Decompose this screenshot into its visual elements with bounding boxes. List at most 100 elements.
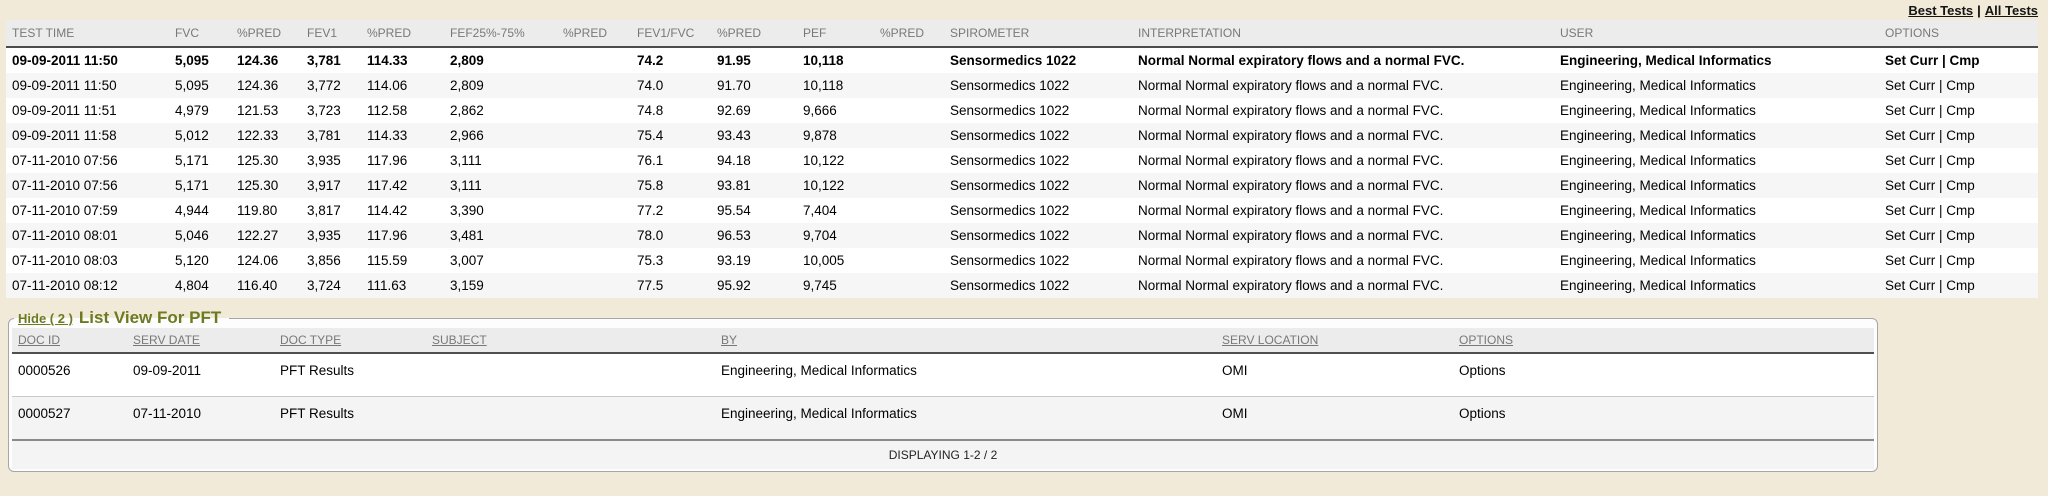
cell-user: Engineering, Medical Informatics	[1554, 148, 1879, 173]
cell-fev1: 3,724	[301, 273, 361, 298]
cell-fvc-pred: 124.36	[231, 47, 301, 73]
cell-pef: 10,118	[797, 47, 874, 73]
subject-sort-link[interactable]: SUBJECT	[432, 333, 487, 347]
cell-fev1-fvc: 75.3	[631, 248, 711, 273]
cell-fev1-pred: 111.63	[361, 273, 444, 298]
cell-spirometer: Sensormedics 1022	[944, 73, 1132, 98]
cell-interpretation: Normal Normal expiratory flows and a nor…	[1132, 73, 1554, 98]
cell-test-time: 07-11-2010 07:59	[6, 198, 169, 223]
cell-spirometer: Sensormedics 1022	[944, 148, 1132, 173]
column-header-doc-type: DOC TYPE	[274, 328, 426, 353]
cell-options[interactable]: Set Curr | Cmp	[1879, 173, 2038, 198]
pft-result-row: 09-09-2011 11:514,979121.533,723112.582,…	[6, 98, 2038, 123]
cell-options[interactable]: Set Curr | Cmp	[1879, 198, 2038, 223]
cell-fev1-fvc: 77.5	[631, 273, 711, 298]
cell-options[interactable]: Set Curr | Cmp	[1879, 223, 2038, 248]
cell-test-time: 09-09-2011 11:51	[6, 98, 169, 123]
cell-fev1: 3,781	[301, 123, 361, 148]
cell-test-time: 09-09-2011 11:58	[6, 123, 169, 148]
cell-pef-pred	[874, 47, 944, 73]
best-tests-link[interactable]: Best Tests	[1908, 3, 1973, 18]
cell-fev1-pred: 117.42	[361, 173, 444, 198]
cell-spirometer: Sensormedics 1022	[944, 173, 1132, 198]
cell-test-time: 07-11-2010 07:56	[6, 148, 169, 173]
cell-by: Engineering, Medical Informatics	[715, 397, 1216, 441]
cell-interpretation: Normal Normal expiratory flows and a nor…	[1132, 47, 1554, 73]
list-view-panel: Hide ( 2 ) List View For PFT DOC ID SERV …	[8, 308, 1878, 472]
pft-results-table: TEST TIME FVC %PRED FEV1 %PRED FEF25%-75…	[6, 20, 2038, 298]
pft-result-row: 07-11-2010 08:035,120124.063,856115.593,…	[6, 248, 2038, 273]
pft-result-row: 09-09-2011 11:505,095124.363,772114.062,…	[6, 73, 2038, 98]
cell-fvc-pred: 122.33	[231, 123, 301, 148]
cell-subject	[426, 397, 715, 441]
hide-link[interactable]: Hide ( 2 )	[18, 311, 73, 326]
serv-location-sort-link[interactable]: SERV LOCATION	[1222, 333, 1318, 347]
cell-fvc-pred: 124.06	[231, 248, 301, 273]
cell-options[interactable]: Set Curr | Cmp	[1879, 47, 2038, 73]
cell-test-time: 07-11-2010 07:56	[6, 173, 169, 198]
cell-fvc-pred: 125.30	[231, 148, 301, 173]
cell-options-link[interactable]: Options	[1453, 353, 1874, 397]
cell-user: Engineering, Medical Informatics	[1554, 47, 1879, 73]
doc-type-sort-link[interactable]: DOC TYPE	[280, 333, 341, 347]
cell-pef-pred	[874, 148, 944, 173]
cell-interpretation: Normal Normal expiratory flows and a nor…	[1132, 123, 1554, 148]
cell-fev1-pred: 114.42	[361, 198, 444, 223]
cell-interpretation: Normal Normal expiratory flows and a nor…	[1132, 148, 1554, 173]
cell-options[interactable]: Set Curr | Cmp	[1879, 73, 2038, 98]
cell-options[interactable]: Set Curr | Cmp	[1879, 248, 2038, 273]
cell-options-link[interactable]: Options	[1453, 397, 1874, 441]
cell-fev1-fvc: 77.2	[631, 198, 711, 223]
cell-fef25-75: 3,481	[444, 223, 557, 248]
serv-date-sort-link[interactable]: SERV DATE	[133, 333, 200, 347]
cell-fev1-fvc-pred: 91.70	[711, 73, 797, 98]
cell-options[interactable]: Set Curr | Cmp	[1879, 273, 2038, 298]
cell-test-time: 09-09-2011 11:50	[6, 47, 169, 73]
cell-pef-pred	[874, 223, 944, 248]
cell-pef-pred	[874, 173, 944, 198]
list-view-title: List View For PFT	[79, 308, 221, 327]
cell-interpretation: Normal Normal expiratory flows and a nor…	[1132, 223, 1554, 248]
cell-fev1-fvc-pred: 95.92	[711, 273, 797, 298]
list-header-row: DOC ID SERV DATE DOC TYPE SUBJECT BY SER…	[12, 328, 1874, 353]
cell-pef-pred	[874, 248, 944, 273]
column-header-pef: PEF	[797, 20, 874, 47]
cell-fvc-pred: 119.80	[231, 198, 301, 223]
column-header-serv-location: SERV LOCATION	[1216, 328, 1453, 353]
cell-options[interactable]: Set Curr | Cmp	[1879, 123, 2038, 148]
cell-options[interactable]: Set Curr | Cmp	[1879, 98, 2038, 123]
all-tests-link[interactable]: All Tests	[1985, 3, 2038, 18]
cell-user: Engineering, Medical Informatics	[1554, 98, 1879, 123]
cell-doc-type: PFT Results	[274, 397, 426, 441]
cell-fvc: 5,120	[169, 248, 231, 273]
cell-fev1-fvc-pred: 94.18	[711, 148, 797, 173]
cell-fev1-fvc-pred: 93.43	[711, 123, 797, 148]
doc-id-sort-link[interactable]: DOC ID	[18, 333, 60, 347]
list-view-legend: Hide ( 2 ) List View For PFT	[14, 308, 229, 328]
cell-pef-pred	[874, 98, 944, 123]
cell-options[interactable]: Set Curr | Cmp	[1879, 148, 2038, 173]
cell-fvc-pred: 121.53	[231, 98, 301, 123]
cell-fev1: 3,917	[301, 173, 361, 198]
column-header-options: OPTIONS	[1453, 328, 1874, 353]
cell-spirometer: Sensormedics 1022	[944, 123, 1132, 148]
cell-fev1: 3,723	[301, 98, 361, 123]
cell-fef25-75: 3,159	[444, 273, 557, 298]
column-header-fvc: FVC	[169, 20, 231, 47]
options-sort-link[interactable]: OPTIONS	[1459, 333, 1513, 347]
pft-result-row: 09-09-2011 11:585,012122.333,781114.332,…	[6, 123, 2038, 148]
cell-interpretation: Normal Normal expiratory flows and a nor…	[1132, 273, 1554, 298]
pft-result-row: 07-11-2010 07:594,944119.803,817114.423,…	[6, 198, 2038, 223]
cell-interpretation: Normal Normal expiratory flows and a nor…	[1132, 173, 1554, 198]
cell-pef: 9,878	[797, 123, 874, 148]
column-header-user: USER	[1554, 20, 1879, 47]
cell-fef25-75-pred	[557, 123, 631, 148]
cell-user: Engineering, Medical Informatics	[1554, 198, 1879, 223]
column-header-fvc-pred: %PRED	[231, 20, 301, 47]
cell-serv-location: OMI	[1216, 397, 1453, 441]
by-sort-link[interactable]: BY	[721, 333, 737, 347]
cell-spirometer: Sensormedics 1022	[944, 47, 1132, 73]
cell-fef25-75: 3,111	[444, 148, 557, 173]
cell-user: Engineering, Medical Informatics	[1554, 73, 1879, 98]
cell-fvc: 4,804	[169, 273, 231, 298]
